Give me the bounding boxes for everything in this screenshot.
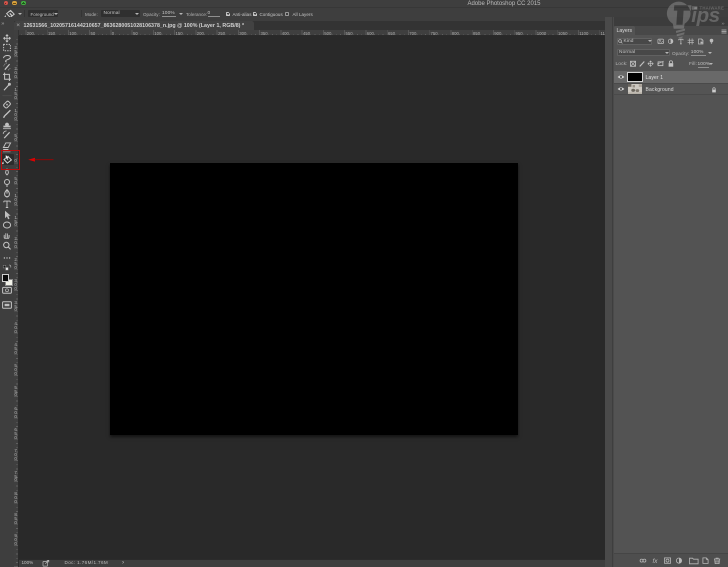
svg-text:fx: fx [653, 558, 659, 565]
svg-text:THAIWARE: THAIWARE [700, 6, 725, 11]
